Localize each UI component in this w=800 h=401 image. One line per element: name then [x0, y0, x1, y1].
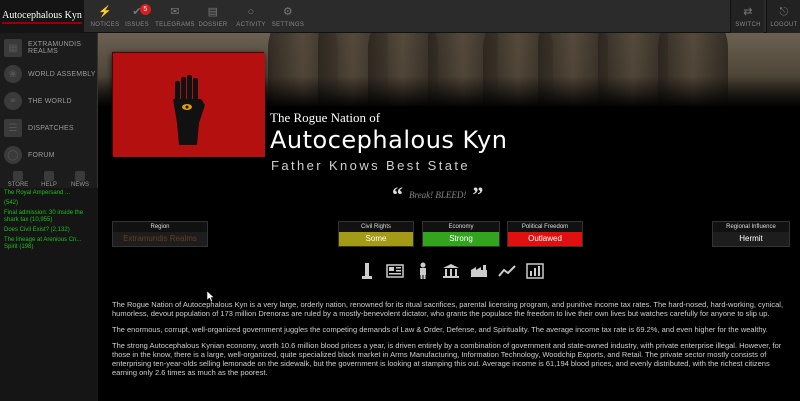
feed-item[interactable]: The Royal Ampersand ...: [4, 190, 94, 197]
description-paragraph: The strong Autocephalous Kynian economy,…: [112, 341, 782, 377]
region-box[interactable]: Region Extramundis Realms: [112, 221, 208, 247]
sidebar-item-dispatches[interactable]: ☰ DISPATCHES: [0, 113, 98, 143]
bar-chart-icon[interactable]: [526, 262, 544, 280]
folder-icon: ▤: [207, 6, 219, 18]
switch-icon: ⇄: [743, 6, 753, 18]
civil-rights-value: Some: [339, 232, 413, 246]
sidebar: ▦ EXTRAMUNDIS REALMS ❀ WORLD ASSEMBLY ⚭ …: [0, 33, 98, 401]
issues-count-badge: 5: [140, 4, 151, 15]
motto-text: Break! BLEED!: [409, 190, 467, 200]
factory-icon[interactable]: [470, 262, 488, 280]
gear-icon: ⚙: [282, 6, 294, 18]
region-label: Region: [113, 222, 207, 232]
nation-motto: “ Break! BLEED! ”: [392, 182, 512, 207]
civil-rights-box[interactable]: Civil Rights Some: [338, 221, 414, 247]
economy-box[interactable]: Economy Strong: [422, 221, 500, 247]
newspaper-icon[interactable]: [386, 262, 404, 280]
feed-item[interactable]: (542): [4, 200, 94, 207]
globe-icon: ⚭: [4, 92, 22, 110]
government-icon[interactable]: [442, 262, 460, 280]
map-icon: ▦: [4, 39, 22, 57]
trend-icon[interactable]: [498, 262, 516, 280]
region-link[interactable]: Extramundis Realms: [113, 232, 207, 246]
sidebar-item-forum[interactable]: ◯ FORUM: [0, 140, 98, 170]
logout-button[interactable]: ⎋ LOGOUT: [766, 0, 800, 33]
site-logo-text: Autocephalous Kyn: [2, 10, 82, 24]
close-quote-icon: ”: [472, 182, 484, 207]
document-icon: ☰: [4, 119, 22, 137]
nation-flag[interactable]: [112, 52, 265, 157]
help-button[interactable]: HELP: [33, 171, 65, 188]
nav-settings[interactable]: ⚙ SETTINGS: [265, 0, 311, 33]
civil-rights-label: Civil Rights: [339, 222, 413, 232]
switch-nation-button[interactable]: ⇄ SWITCH: [730, 0, 764, 33]
description-paragraph: The enormous, corrupt, well-organized go…: [112, 325, 768, 334]
regional-influence-value: Hermit: [713, 232, 789, 246]
nation-description: The Rogue Nation of Autocephalous Kyn is…: [112, 300, 795, 384]
news-icon: [75, 171, 85, 181]
site-logo[interactable]: Autocephalous Kyn: [0, 0, 84, 33]
regional-influence-label: Regional Influence: [713, 222, 789, 232]
sidebar-item-world-assembly[interactable]: ❀ WORLD ASSEMBLY: [0, 59, 98, 89]
economy-value: Strong: [423, 232, 499, 246]
nation-classification: Father Knows Best State: [271, 158, 470, 173]
top-nav-bar: Autocephalous Kyn ⚡ NOTICES ✔ 5 ISSUES ✉…: [0, 0, 800, 33]
news-feed: The Royal Ampersand ... (542) Final admi…: [0, 188, 98, 401]
hand-emblem-icon: [113, 53, 265, 157]
envelope-icon: ✉: [170, 6, 180, 18]
lightning-icon: ⚡: [98, 6, 112, 18]
description-paragraph: The Rogue Nation of Autocephalous Kyn is…: [112, 300, 784, 318]
sidebar-item-the-world[interactable]: ⚭ THE WORLD: [0, 86, 98, 116]
feed-item[interactable]: Final admission: 30 inside the shark tax…: [4, 210, 94, 224]
store-button[interactable]: STORE: [2, 171, 34, 188]
person-icon[interactable]: [414, 262, 432, 280]
feed-item[interactable]: Does Civil Exist? (2,132): [4, 227, 94, 234]
news-button[interactable]: NEWS: [64, 171, 96, 188]
store-icon: [13, 171, 23, 181]
laurel-icon: ❀: [4, 65, 22, 83]
monument-icon[interactable]: [358, 262, 376, 280]
signal-icon: ○: [247, 6, 255, 18]
help-icon: [44, 171, 54, 181]
political-freedom-value: Outlawed: [508, 232, 582, 246]
open-quote-icon: “: [392, 182, 403, 207]
nation-pretitle: The Rogue Nation of: [270, 110, 381, 125]
nation-name: Autocephalous Kyn: [270, 126, 508, 154]
feed-item[interactable]: The lineage at Arenious Cn... Spirit (19…: [4, 237, 94, 251]
political-freedom-label: Political Freedom: [508, 222, 582, 232]
chat-icon: ◯: [4, 146, 22, 164]
regional-influence-box[interactable]: Regional Influence Hermit: [712, 221, 790, 247]
economy-label: Economy: [423, 222, 499, 232]
logout-icon: ⎋: [779, 6, 789, 18]
political-freedom-box[interactable]: Political Freedom Outlawed: [507, 221, 583, 247]
